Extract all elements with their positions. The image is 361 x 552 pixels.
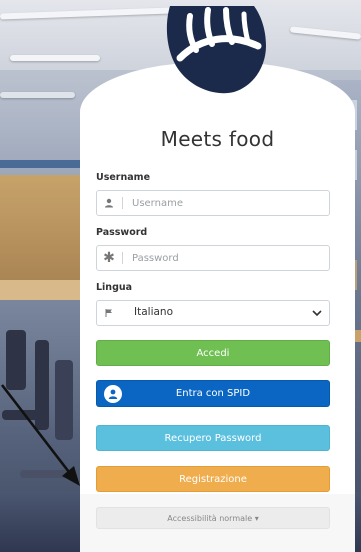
counter-top xyxy=(0,280,80,300)
chevron-down-icon xyxy=(309,301,325,325)
chair xyxy=(55,360,73,440)
username-label: Username xyxy=(96,172,151,183)
recover-password-button[interactable]: Recupero Password xyxy=(96,425,330,451)
password-field[interactable]: ✱ xyxy=(96,245,330,271)
chair xyxy=(20,470,76,478)
chair xyxy=(6,330,26,390)
password-input[interactable] xyxy=(132,246,322,270)
language-select[interactable]: Italiano xyxy=(96,300,330,326)
password-label: Password xyxy=(96,227,148,238)
food-counter xyxy=(0,175,80,285)
spid-user-icon xyxy=(104,385,122,403)
accessibility-dropdown[interactable]: Accessibilità normale ▾ xyxy=(96,507,330,529)
spid-button-label: Entra con SPID xyxy=(175,388,251,399)
username-input[interactable] xyxy=(132,191,322,215)
brand-logo-icon xyxy=(166,6,266,94)
register-button[interactable]: Registrazione xyxy=(96,466,330,492)
spid-login-button[interactable]: Entra con SPID xyxy=(96,380,330,407)
language-label: Lingua xyxy=(96,282,133,293)
wall-stripe xyxy=(0,160,80,168)
chair xyxy=(2,410,42,420)
field-separator xyxy=(122,197,123,209)
page-title: Meets food xyxy=(160,127,275,151)
language-selected-value: Italiano xyxy=(134,306,173,318)
ceiling-light xyxy=(0,92,75,98)
ceiling-light xyxy=(10,55,100,61)
flag-icon xyxy=(97,301,121,325)
user-icon xyxy=(97,191,121,215)
login-button[interactable]: Accedi xyxy=(96,340,330,366)
username-field[interactable] xyxy=(96,190,330,216)
asterisk-icon: ✱ xyxy=(103,250,115,266)
field-separator xyxy=(122,252,123,264)
